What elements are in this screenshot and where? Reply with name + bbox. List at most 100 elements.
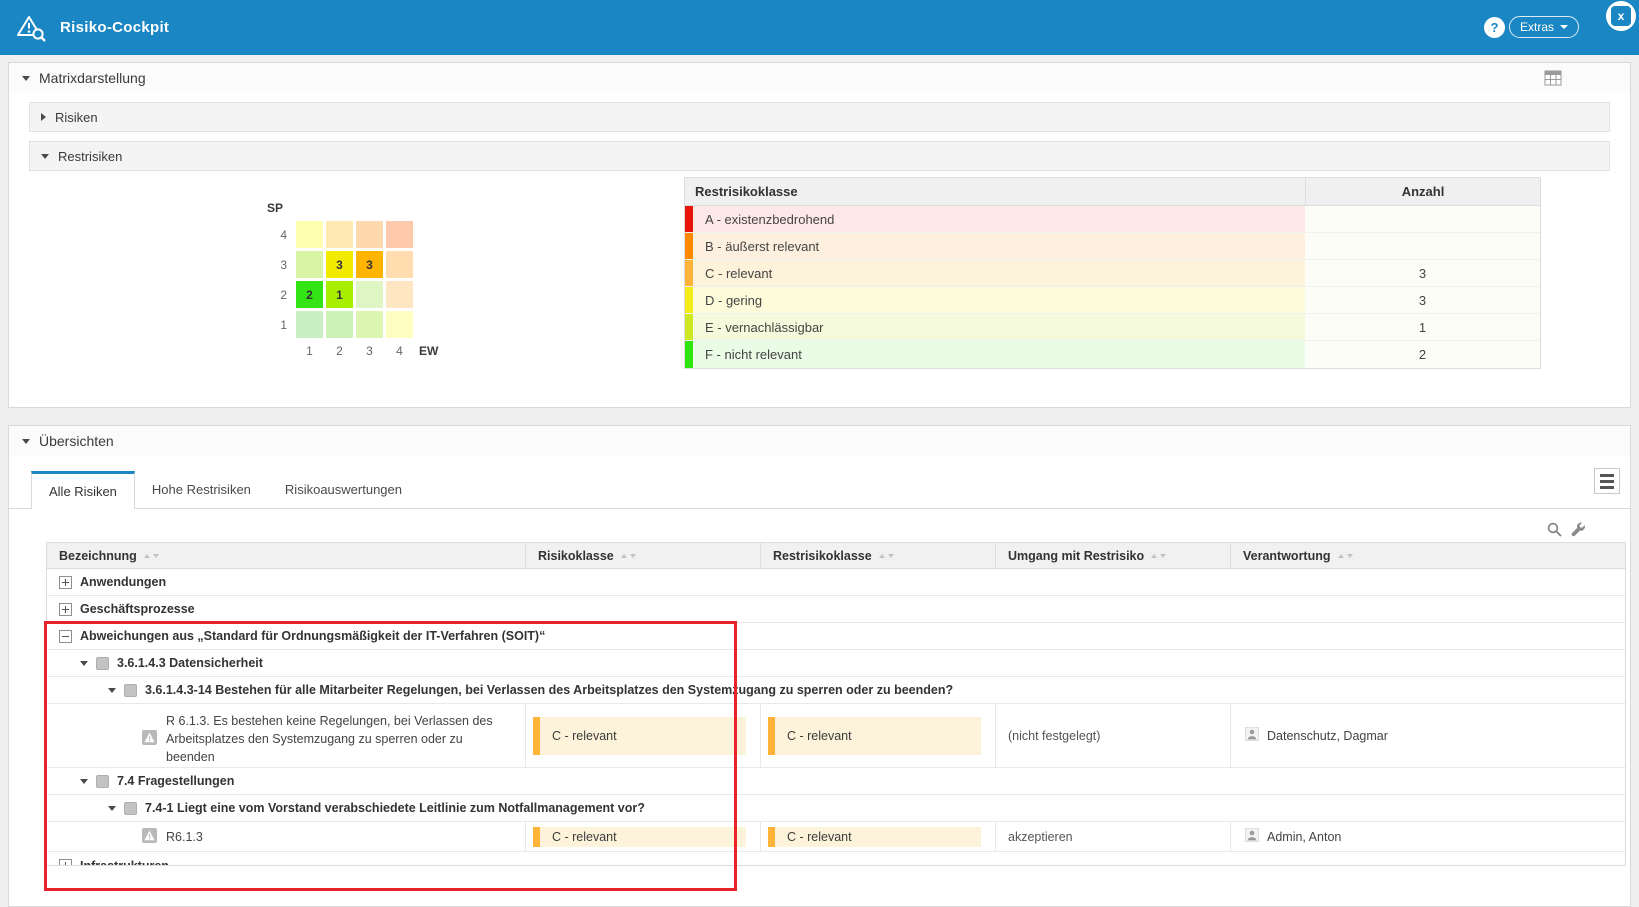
matrix-cell[interactable]: 2: [296, 281, 323, 308]
class-row-e[interactable]: E - vernachlässigbar 1: [685, 314, 1540, 341]
group-row-geschaeftsprozesse[interactable]: Geschäftsprozesse: [47, 596, 1625, 623]
sort-icons[interactable]: [1338, 554, 1353, 558]
node-label: 7.4-1 Liegt eine vom Vorstand verabschie…: [145, 801, 645, 815]
risk-matrix: 3 3 2 1: [296, 221, 413, 338]
class-row-f[interactable]: F - nicht relevant 2: [685, 341, 1540, 368]
column-header-risikoklasse[interactable]: Risikoklasse: [525, 543, 760, 568]
risiken-section-header[interactable]: Risiken: [29, 102, 1610, 132]
class-color-bar: [685, 260, 693, 286]
risikoklasse-chip: C - relevant: [533, 827, 746, 847]
restrisiken-section-header[interactable]: Restrisiken: [29, 141, 1610, 171]
class-count: 3: [1305, 260, 1540, 286]
node-row-fragestellungen[interactable]: 7.4 Fragestellungen: [47, 768, 1625, 795]
search-icon[interactable]: [1547, 522, 1562, 537]
matrix-y-ticks: 4 3 2 1: [267, 221, 287, 338]
node-row-datensicherheit[interactable]: 3.6.1.4.3 Datensicherheit: [47, 650, 1625, 677]
tab-alle-risiken[interactable]: Alle Risiken: [31, 471, 135, 509]
tab-risikoauswertungen[interactable]: Risikoauswertungen: [268, 471, 419, 508]
risk-warning-icon: [142, 828, 157, 846]
overview-panel: Übersichten Alle Risiken Hohe Restrisike…: [8, 425, 1631, 907]
matrix-cell[interactable]: [356, 221, 383, 248]
collapse-arrow-icon: [22, 76, 30, 81]
class-count: [1305, 233, 1540, 259]
class-color-bar: [533, 717, 540, 755]
matrix-cell[interactable]: 1: [326, 281, 353, 308]
sort-icons[interactable]: [879, 554, 894, 558]
collapse-arrow-icon: [41, 154, 49, 159]
risk-row-r613-short[interactable]: R6.1.3 C - relevant C - relevant akzepti…: [47, 822, 1625, 852]
matrix-cell[interactable]: 3: [326, 251, 353, 278]
matrix-cell[interactable]: [356, 311, 383, 338]
collapse-arrow-icon[interactable]: [108, 806, 116, 811]
matrix-cell[interactable]: [356, 281, 383, 308]
collapse-arrow-icon[interactable]: [80, 779, 88, 784]
class-count: 1: [1305, 314, 1540, 340]
group-label: Anwendungen: [80, 575, 166, 589]
risikoklasse-chip: C - relevant: [533, 717, 746, 755]
matrix-cell[interactable]: [386, 281, 413, 308]
sort-icons[interactable]: [1151, 554, 1166, 558]
column-header-bezeichnung[interactable]: Bezeichnung: [47, 543, 525, 568]
matrix-cell[interactable]: [386, 311, 413, 338]
verantwortung-cell: Datenschutz, Dagmar: [1230, 704, 1625, 767]
group-row-anwendungen[interactable]: Anwendungen: [47, 569, 1625, 596]
expand-plus-icon[interactable]: [59, 859, 72, 865]
extras-label: Extras: [1520, 20, 1554, 34]
class-row-b[interactable]: B - äußerst relevant: [685, 233, 1540, 260]
matrix-cell[interactable]: 3: [356, 251, 383, 278]
node-row-question-2[interactable]: 7.4-1 Liegt eine vom Vorstand verabschie…: [47, 795, 1625, 822]
matrix-cell[interactable]: [386, 251, 413, 278]
sort-icons[interactable]: [144, 554, 159, 558]
class-color-bar: [685, 233, 693, 259]
node-label: 3.6.1.4.3-14 Bestehen für alle Mitarbeit…: [145, 683, 953, 697]
class-row-d[interactable]: D - gering 3: [685, 287, 1540, 314]
node-icon: [96, 775, 109, 788]
grid-view-icon[interactable]: [1544, 70, 1562, 91]
expand-plus-icon[interactable]: [59, 576, 72, 589]
restrisikoklasse-table: Restrisikoklasse Anzahl A - existenzbedr…: [684, 177, 1541, 369]
column-header-verantwortung[interactable]: Verantwortung: [1230, 543, 1625, 568]
class-count: [1305, 206, 1540, 232]
collapse-arrow-icon[interactable]: [80, 661, 88, 666]
collapse-minus-icon[interactable]: [59, 630, 72, 643]
overview-panel-header[interactable]: Übersichten: [9, 426, 1630, 456]
y-tick: 2: [280, 288, 287, 302]
x-tick: 4: [396, 344, 403, 358]
column-header-umgang[interactable]: Umgang mit Restrisiko: [995, 543, 1230, 568]
risk-row-r613-long[interactable]: R 6.1.3. Es bestehen keine Regelungen, b…: [47, 704, 1625, 768]
matrix-cell[interactable]: [296, 311, 323, 338]
matrix-cell[interactable]: [326, 311, 353, 338]
matrix-cell[interactable]: [386, 221, 413, 248]
tab-hohe-restrisiken[interactable]: Hohe Restrisiken: [135, 471, 268, 508]
matrix-cell[interactable]: [296, 221, 323, 248]
class-row-c[interactable]: C - relevant 3: [685, 260, 1540, 287]
matrix-cell[interactable]: [296, 251, 323, 278]
matrix-panel-header[interactable]: Matrixdarstellung: [9, 63, 1630, 93]
group-row-clipped[interactable]: Infrastrukturen: [47, 852, 1625, 865]
person-icon: [1245, 727, 1259, 744]
class-label: D - gering: [693, 287, 762, 313]
class-label: C - relevant: [693, 260, 772, 286]
matrix-cell[interactable]: [326, 221, 353, 248]
class-color-bar: [533, 827, 540, 847]
column-header-restrisikoklasse[interactable]: Restrisikoklasse: [760, 543, 995, 568]
close-button[interactable]: x: [1611, 6, 1631, 26]
wrench-icon[interactable]: [1571, 522, 1586, 537]
class-row-a[interactable]: A - existenzbedrohend: [685, 206, 1540, 233]
class-count: 3: [1305, 287, 1540, 313]
list-view-toggle-icon[interactable]: [1594, 468, 1620, 494]
risk-label: R 6.1.3. Es bestehen keine Regelungen, b…: [166, 712, 514, 766]
class-color-bar: [768, 717, 775, 755]
group-row-abweichungen[interactable]: Abweichungen aus „Standard für Ordnungsm…: [47, 623, 1625, 650]
collapse-arrow-icon[interactable]: [108, 688, 116, 693]
column-header-restrisikoklasse: Restrisikoklasse: [685, 178, 1305, 205]
umgang-value: akzeptieren: [995, 822, 1230, 851]
expand-plus-icon[interactable]: [59, 603, 72, 616]
help-button[interactable]: ?: [1484, 17, 1505, 38]
expand-arrow-icon: [41, 113, 46, 121]
extras-button[interactable]: Extras: [1509, 16, 1579, 38]
risk-table-header: Bezeichnung Risikoklasse Restrisikoklass…: [47, 543, 1625, 569]
class-color-bar: [768, 827, 775, 847]
node-row-question-1[interactable]: 3.6.1.4.3-14 Bestehen für alle Mitarbeit…: [47, 677, 1625, 704]
sort-icons[interactable]: [621, 554, 636, 558]
